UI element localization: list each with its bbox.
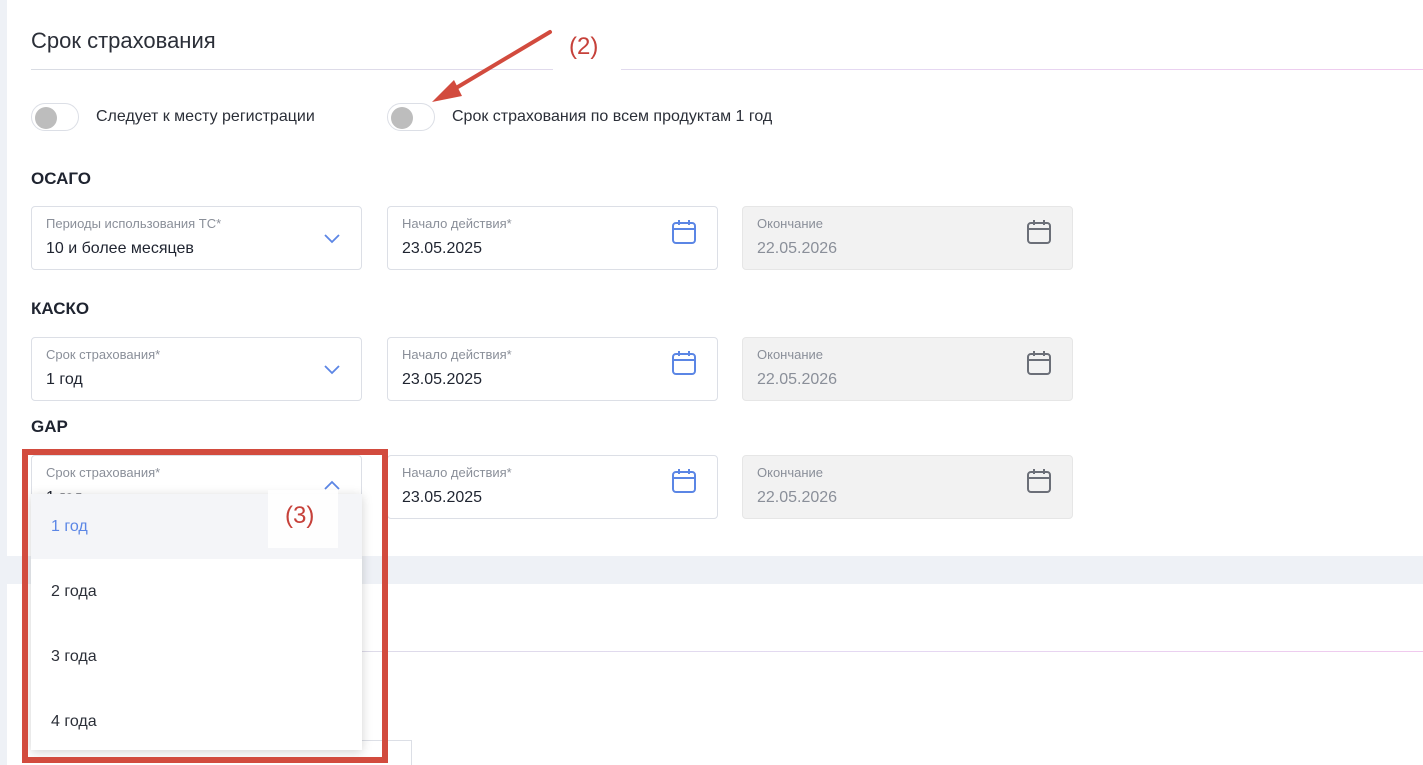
osago-end-date-field: Окончание 22.05.2026	[742, 206, 1073, 270]
field-value: 10 и более месяцев	[46, 240, 194, 257]
toggle-knob	[35, 107, 57, 129]
osago-usage-period-select[interactable]: Периоды использования ТС* 10 и более мес…	[31, 206, 362, 270]
field-value: 22.05.2026	[757, 371, 838, 388]
calendar-icon	[1027, 351, 1051, 375]
chevron-down-icon	[324, 234, 340, 244]
calendar-icon	[1027, 469, 1051, 493]
toggle-knob	[391, 107, 413, 129]
annotation-label-2: (2)	[569, 33, 599, 60]
field-label: Окончание	[757, 465, 824, 480]
group-label-osago: ОСАГО	[31, 169, 91, 188]
chevron-down-icon	[324, 365, 340, 375]
calendar-icon[interactable]	[671, 467, 697, 495]
annotation-arrow-icon	[432, 30, 552, 102]
kasko-start-date-field[interactable]: Начало действия* 23.05.2025	[387, 337, 718, 401]
field-value: 22.05.2026	[757, 489, 838, 506]
toggle-all-products-one-year-label: Срок страхования по всем продуктам 1 год	[452, 108, 773, 125]
osago-start-date-field[interactable]: Начало действия* 23.05.2025	[387, 206, 718, 270]
group-label-kasko: КАСКО	[31, 299, 90, 318]
field-label: Начало действия*	[402, 465, 512, 480]
gap-start-date-field[interactable]: Начало действия* 23.05.2025	[387, 455, 718, 519]
calendar-icon[interactable]	[671, 349, 697, 377]
field-label: Начало действия*	[402, 216, 512, 231]
field-label: Окончание	[757, 216, 824, 231]
kasko-end-date-field: Окончание 22.05.2026	[742, 337, 1073, 401]
toggle-registration-route-label: Следует к месту регистрации	[96, 108, 315, 125]
calendar-icon	[1027, 220, 1051, 244]
section-title: Срок страхования	[31, 28, 216, 53]
annotation-label-3: (3)	[285, 502, 315, 529]
title-divider	[31, 69, 1423, 70]
calendar-icon[interactable]	[671, 218, 697, 246]
field-label: Срок страхования*	[46, 347, 161, 362]
field-label: Периоды использования ТС*	[46, 216, 222, 231]
gap-end-date-field: Окончание 22.05.2026	[742, 455, 1073, 519]
field-value: 22.05.2026	[757, 240, 838, 257]
field-value: 1 год	[46, 371, 83, 388]
field-label: Начало действия*	[402, 347, 512, 362]
field-value: 23.05.2025	[402, 489, 483, 506]
toggle-registration-route[interactable]	[31, 103, 79, 131]
field-value: 23.05.2025	[402, 240, 483, 257]
kasko-term-select[interactable]: Срок страхования* 1 год	[31, 337, 362, 401]
field-label: Окончание	[757, 347, 824, 362]
group-label-gap: GAP	[31, 417, 68, 436]
field-value: 23.05.2025	[402, 371, 483, 388]
